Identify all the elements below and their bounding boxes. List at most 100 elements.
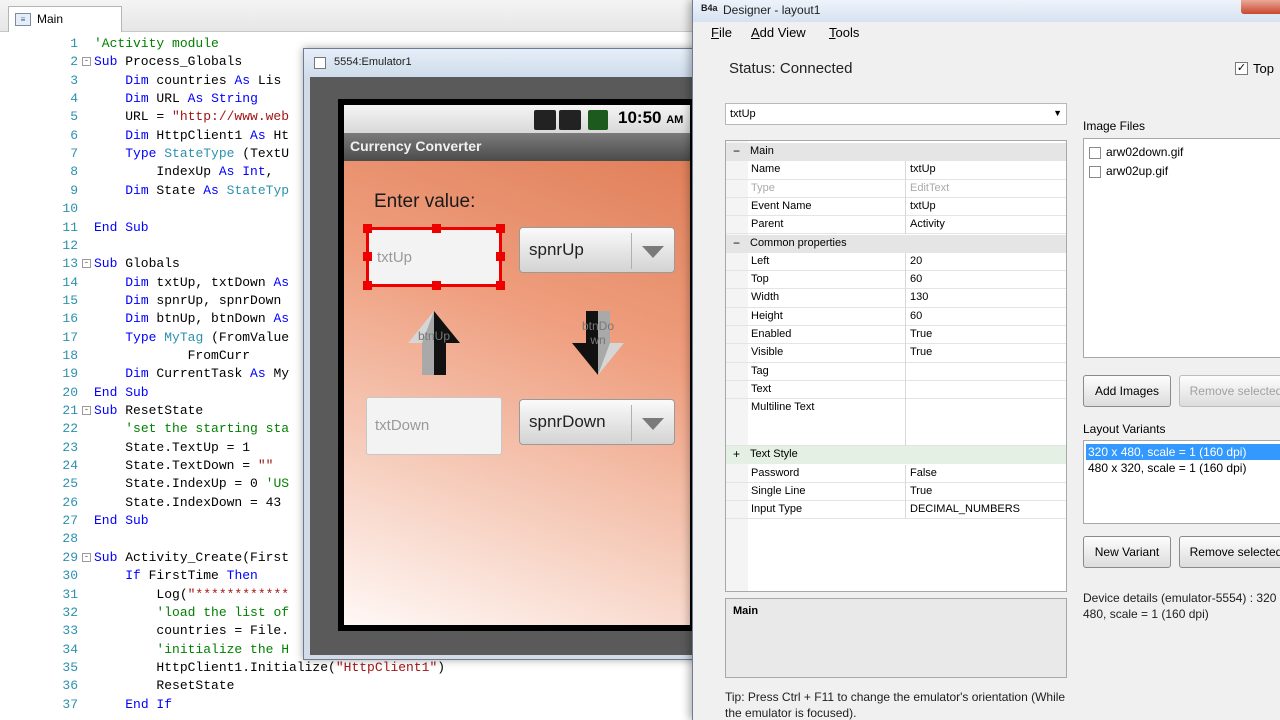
menu-file[interactable]: File [711, 25, 732, 40]
btnup-button[interactable]: btnUp [402, 307, 466, 379]
property-value[interactable]: EditText [910, 180, 949, 197]
image-file-item[interactable]: arw02down.gif [1089, 145, 1183, 159]
new-variant-button[interactable]: New Variant [1083, 536, 1171, 568]
property-row[interactable]: Left 20 [726, 252, 1066, 272]
fold-toggle-icon[interactable]: - [82, 406, 91, 415]
resize-handle[interactable] [496, 252, 505, 261]
fold-toggle-icon[interactable]: - [82, 57, 91, 67]
property-name: Top [750, 271, 906, 290]
remove-selected-variant-button[interactable]: Remove selected [1179, 536, 1280, 568]
property-row[interactable]: Event Name txtUp [726, 197, 1066, 217]
spnrup-spinner[interactable]: spnrUp [519, 227, 675, 273]
txtdown-edittext[interactable]: txtDown [366, 397, 502, 455]
resize-handle[interactable] [363, 281, 372, 290]
code-text: Log("************ [94, 586, 289, 604]
property-value[interactable]: 60 [910, 308, 922, 325]
control-selector-dropdown[interactable]: txtUp ▼ [725, 103, 1067, 125]
property-value[interactable]: txtUp [910, 198, 936, 215]
image-files-list[interactable]: arw02down.gif arw02up.gif [1083, 138, 1280, 358]
fold-toggle-icon[interactable]: - [82, 259, 91, 269]
code-token: Sub [94, 549, 118, 565]
property-value[interactable]: Activity [910, 216, 945, 233]
checkbox-icon[interactable] [1089, 165, 1101, 178]
property-row[interactable]: Input Type DECIMAL_NUMBERS [726, 501, 1066, 520]
property-row[interactable]: Tag [726, 362, 1066, 381]
code-text: State.IndexDown = 43 [94, 494, 281, 512]
property-row[interactable]: Password False [726, 464, 1066, 483]
property-row[interactable]: Visible True [726, 344, 1066, 363]
add-images-button[interactable]: Add Images [1083, 375, 1171, 407]
android-status-bar: 10:50 AM [344, 105, 690, 133]
designer-titlebar[interactable]: B4a Designer - layout1 [693, 0, 1280, 22]
phone-screen[interactable]: 10:50 AM Currency Converter Enter value:… [338, 99, 698, 631]
property-row[interactable]: Name txtUp [726, 161, 1066, 180]
property-value[interactable]: 130 [910, 289, 928, 306]
property-row[interactable]: Width 130 [726, 289, 1066, 308]
layout-variant-item[interactable]: 480 x 320, scale = 1 (160 dpi) [1086, 460, 1280, 476]
emulator-titlebar[interactable]: 5554:Emulator1 [304, 49, 702, 77]
property-row[interactable]: Top 60 [726, 271, 1066, 290]
line-number: 6 [70, 127, 78, 143]
property-value[interactable]: 60 [910, 271, 922, 288]
property-value[interactable]: 20 [910, 253, 922, 270]
designer-title: Designer - layout1 [723, 3, 821, 17]
property-category[interactable]: − Common properties [726, 234, 1066, 253]
property-grid[interactable]: − Main Name txtUp Type EditText Event Name txtU… [725, 140, 1067, 592]
property-row[interactable]: Parent Activity [726, 216, 1066, 235]
top-checkbox[interactable]: ✓ [1235, 62, 1248, 75]
emulator-window[interactable]: 5554:Emulator1 10:50 AM Currency Convert… [303, 48, 703, 660]
resize-handle[interactable] [432, 224, 441, 233]
property-row[interactable]: Enabled True [726, 326, 1066, 345]
btndown-button[interactable]: btnDo wn [566, 307, 630, 379]
checkbox-icon[interactable] [1089, 146, 1101, 159]
property-category[interactable]: + Text Style [726, 446, 1066, 465]
code-token: State.IndexDown = 43 [94, 494, 282, 510]
resize-handle[interactable] [496, 281, 505, 290]
property-value[interactable]: DECIMAL_NUMBERS [910, 501, 1020, 518]
code-line[interactable]: 35 HttpClient1.Initialize("HttpClient1") [0, 659, 710, 677]
code-text: Type StateType (TextU [94, 145, 289, 163]
menu-tools[interactable]: Tools [829, 25, 859, 40]
property-value[interactable]: True [910, 344, 932, 361]
property-row[interactable]: Multiline Text [726, 399, 1066, 447]
line-number: 20 [62, 384, 78, 400]
menu-add-view[interactable]: Add View [751, 25, 806, 40]
line-number: 9 [70, 182, 78, 198]
image-file-item[interactable]: arw02up.gif [1089, 164, 1168, 178]
property-name: Text [750, 380, 906, 400]
property-value[interactable]: True [910, 326, 932, 343]
line-number: 14 [62, 274, 78, 290]
code-token: Sub [94, 256, 118, 272]
property-value[interactable]: True [910, 483, 932, 500]
fold-toggle-icon[interactable]: - [82, 552, 91, 562]
txtdown-hint: txtDown [375, 417, 430, 434]
expand-toggle-icon[interactable]: − [733, 235, 740, 252]
layout-variants-list[interactable]: 320 x 480, scale = 1 (160 dpi) 480 x 320… [1083, 440, 1280, 524]
resize-handle[interactable] [363, 224, 372, 233]
close-button[interactable] [1241, 0, 1280, 14]
code-line[interactable]: 37 End If [0, 696, 710, 714]
property-value[interactable]: False [910, 465, 937, 482]
line-number: 33 [62, 623, 78, 639]
expand-toggle-icon[interactable]: − [733, 143, 740, 160]
property-row[interactable]: Height 60 [726, 307, 1066, 326]
expand-toggle-icon[interactable]: + [733, 446, 740, 463]
spnrdown-spinner[interactable]: spnrDown [519, 399, 675, 445]
code-token: As [234, 72, 251, 88]
resize-handle[interactable] [363, 252, 372, 261]
property-row[interactable]: Single Line True [726, 482, 1066, 502]
tab-main[interactable]: ≡ Main [8, 6, 122, 32]
designer-window[interactable]: B4a Designer - layout1 File Add View Too… [692, 0, 1280, 720]
resize-handle[interactable] [432, 281, 441, 290]
resize-handle[interactable] [496, 224, 505, 233]
txtup-edittext-selected[interactable]: txtUp [363, 224, 505, 290]
code-line[interactable]: 36 ResetState [0, 677, 710, 695]
property-row[interactable]: Text [726, 380, 1066, 400]
layout-variant-item[interactable]: 320 x 480, scale = 1 (160 dpi) [1086, 444, 1280, 460]
property-row[interactable]: Type EditText [726, 179, 1066, 198]
remove-selected-images-button[interactable]: Remove selected [1179, 375, 1280, 407]
property-value[interactable]: txtUp [910, 161, 936, 178]
property-category[interactable]: − Main [726, 143, 1066, 161]
designer-menubar: File Add View Tools [693, 22, 1280, 44]
